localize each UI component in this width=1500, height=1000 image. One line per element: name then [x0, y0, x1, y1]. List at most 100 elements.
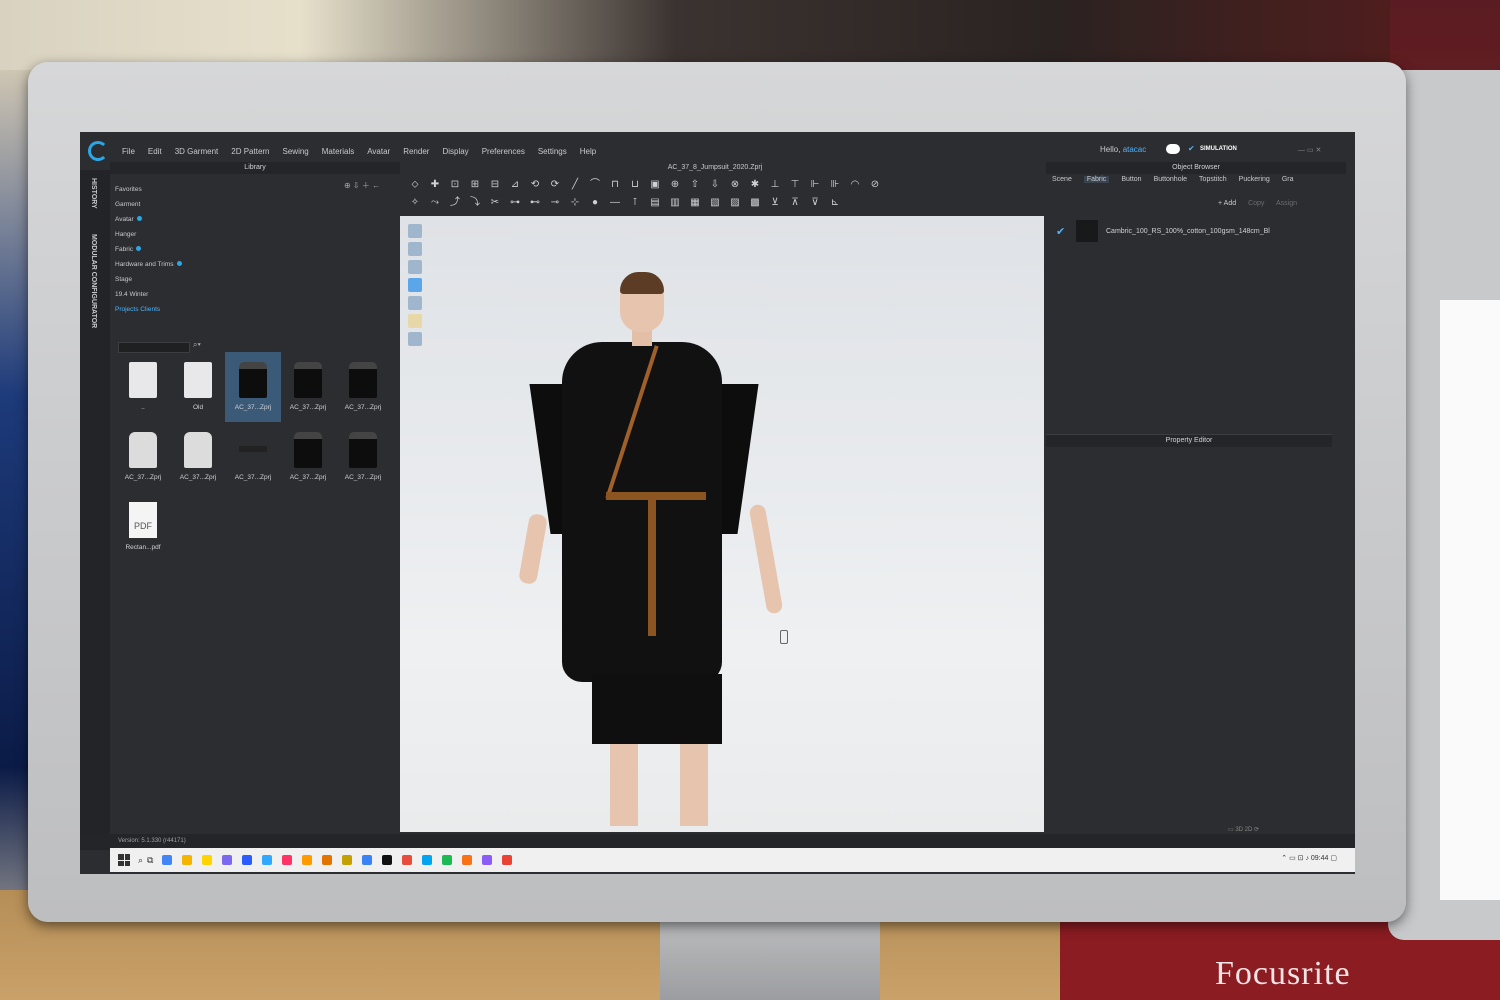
taskbar-app-icon[interactable]	[362, 855, 373, 865]
library-tree-item[interactable]: 19.4 Winter	[115, 287, 182, 302]
menu-help[interactable]: Help	[580, 147, 596, 156]
tray-icons[interactable]: ⌃ ▭ ⊡ ♪	[1281, 855, 1311, 862]
search-icon[interactable]: ⌕▾	[193, 340, 201, 350]
tool-icon[interactable]: ⊟	[488, 178, 502, 192]
tool-icon[interactable]: ▣	[648, 178, 662, 192]
search-icon[interactable]: ⌕	[138, 855, 143, 866]
tool-icon[interactable]: ⌒	[588, 178, 602, 192]
library-tree-item[interactable]: Projects Clients	[115, 302, 182, 317]
tool-icon[interactable]: ▨	[728, 196, 742, 210]
light-icon[interactable]	[408, 314, 422, 328]
tool-icon[interactable]: ⊡	[448, 178, 462, 192]
taskbar-app-icon[interactable]	[402, 855, 413, 865]
task-view-icon[interactable]: ⧉	[147, 855, 153, 866]
taskbar-app-icon[interactable]	[202, 855, 213, 865]
simulation-mode-label[interactable]: SIMULATION	[1200, 146, 1237, 152]
notification-icon[interactable]: ▢	[1330, 855, 1337, 862]
tab-gra[interactable]: Gra	[1282, 176, 1294, 183]
menu-sewing[interactable]: Sewing	[283, 147, 309, 156]
tool-icon[interactable]: ◠	[848, 178, 862, 192]
tool-icon[interactable]: ╱	[568, 178, 582, 192]
menu-materials[interactable]: Materials	[322, 147, 354, 156]
taskbar-app-icon[interactable]	[322, 855, 333, 865]
library-file[interactable]: AC_37...Zprj	[335, 422, 391, 492]
tool-icon[interactable]: ⊶	[508, 196, 522, 210]
vp-tool-icon[interactable]	[408, 242, 422, 256]
tool-icon[interactable]: ✱	[748, 178, 762, 192]
library-file[interactable]: AC_37...Zprj	[335, 352, 391, 422]
menu-preferences[interactable]: Preferences	[482, 147, 525, 156]
avatar-model[interactable]	[518, 272, 784, 834]
taskbar-app-icon[interactable]	[282, 855, 293, 865]
taskbar-app-icon[interactable]	[222, 855, 233, 865]
tool-icon[interactable]: ⊔	[628, 178, 642, 192]
tool-icon[interactable]: ⤵	[468, 196, 482, 210]
taskbar-app-icon[interactable]	[162, 855, 173, 865]
tool-icon[interactable]: ⊼	[788, 196, 802, 210]
tool-icon[interactable]: ⟲	[528, 178, 542, 192]
library-tree-item[interactable]: Garment	[115, 197, 182, 212]
tool-icon[interactable]: ⊓	[608, 178, 622, 192]
vp-tool-icon[interactable]	[408, 278, 422, 292]
tool-icon[interactable]: ⊸	[548, 196, 562, 210]
3d-viewport[interactable]	[400, 216, 1044, 832]
tool-icon[interactable]: ⊻	[768, 196, 782, 210]
tool-icon[interactable]: ⇧	[688, 178, 702, 192]
library-tree-item[interactable]: Fabric	[115, 242, 182, 257]
taskbar-app-icon[interactable]	[342, 855, 353, 865]
library-tree-item[interactable]: Hanger	[115, 227, 182, 242]
taskbar-app-icon[interactable]	[422, 855, 433, 865]
tool-icon[interactable]: ⊿	[508, 178, 522, 192]
vp-tool-icon[interactable]	[408, 296, 422, 310]
tool-icon[interactable]: ⊤	[788, 178, 802, 192]
tab-button[interactable]: Button	[1121, 176, 1141, 183]
tool-icon[interactable]: ⊹	[568, 196, 582, 210]
window-controls[interactable]: — ▭ ✕	[1298, 146, 1321, 154]
tool-icon[interactable]: ⊺	[628, 196, 642, 210]
library-toolbar[interactable]: ⊕ ⇩ ＋ ←	[344, 180, 380, 191]
tool-icon[interactable]: ⊕	[668, 178, 682, 192]
tool-icon[interactable]: ⊗	[728, 178, 742, 192]
tab-topstitch[interactable]: Topstitch	[1199, 176, 1227, 183]
fabric-list-item[interactable]: ✔ Cambric_100_RS_100%_cotton_100gsm_148c…	[1056, 220, 1336, 242]
tool-icon[interactable]: —	[608, 196, 622, 210]
menu-render[interactable]: Render	[403, 147, 429, 156]
tab-puckering[interactable]: Puckering	[1239, 176, 1270, 183]
tool-icon[interactable]: ▤	[648, 196, 662, 210]
assign-button[interactable]: Assign	[1276, 200, 1297, 207]
library-file[interactable]: AC_37...Zprj	[225, 352, 281, 422]
vp-tool-icon[interactable]	[408, 224, 422, 238]
tool-icon[interactable]: ⊪	[828, 178, 842, 192]
clock[interactable]: 09:44	[1311, 855, 1329, 862]
tool-icon[interactable]: ⟳	[548, 178, 562, 192]
tool-icon[interactable]: ⊥	[768, 178, 782, 192]
taskbar-app-icon[interactable]	[182, 855, 193, 865]
taskbar-app-icon[interactable]	[502, 855, 513, 865]
tool-icon[interactable]: ▥	[668, 196, 682, 210]
tab-modular-configurator[interactable]: MODULAR CONFIGURATOR	[90, 234, 97, 328]
menu-file[interactable]: File	[122, 147, 135, 156]
tool-icon[interactable]: ⊷	[528, 196, 542, 210]
menu-settings[interactable]: Settings	[538, 147, 567, 156]
library-file[interactable]: AC_37...Zprj	[170, 422, 226, 492]
tool-icon[interactable]: ⤴	[448, 196, 462, 210]
tool-icon[interactable]: ▦	[688, 196, 702, 210]
library-tree-item[interactable]: Hardware and Trims	[115, 257, 182, 272]
taskbar-app-icon[interactable]	[442, 855, 453, 865]
menu-avatar[interactable]: Avatar	[367, 147, 390, 156]
library-file[interactable]: AC_37...Zprj	[115, 422, 171, 492]
library-file[interactable]: ..	[115, 352, 171, 422]
tool-icon[interactable]: ✧	[408, 196, 422, 210]
tool-icon[interactable]: ●	[588, 196, 602, 210]
menu-edit[interactable]: Edit	[148, 147, 162, 156]
tool-icon[interactable]: ✂	[488, 196, 502, 210]
viewport-gizmo-icon[interactable]	[780, 630, 788, 644]
tool-icon[interactable]: ⇩	[708, 178, 722, 192]
menu-3d-garment[interactable]: 3D Garment	[175, 147, 219, 156]
tool-icon[interactable]: ▧	[708, 196, 722, 210]
vp-tool-icon[interactable]	[408, 332, 422, 346]
library-tree-item[interactable]: Avatar	[115, 212, 182, 227]
tool-icon[interactable]: ⊞	[468, 178, 482, 192]
tool-icon[interactable]: ⤳	[428, 196, 442, 210]
library-file[interactable]: Old	[170, 352, 226, 422]
